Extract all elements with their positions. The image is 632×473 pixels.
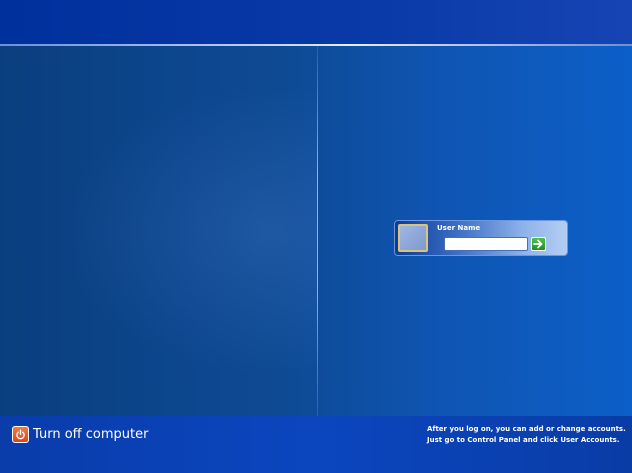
welcome-screen: User Name Turn off computer After you lo… — [0, 0, 632, 473]
turn-off-computer-button[interactable]: Turn off computer — [12, 424, 148, 444]
user-avatar[interactable] — [398, 224, 428, 252]
turn-off-label[interactable]: Turn off computer — [33, 427, 148, 442]
help-text: After you log on, you can add or change … — [427, 424, 627, 446]
arrow-right-icon — [533, 239, 543, 249]
user-account-tile[interactable]: User Name — [395, 221, 567, 255]
left-pane — [0, 46, 317, 416]
log-on-button[interactable] — [531, 237, 546, 251]
main-area: User Name — [0, 46, 632, 416]
bottom-bar: Turn off computer After you log on, you … — [0, 416, 632, 473]
right-pane: User Name — [318, 46, 632, 416]
help-text-line: Just go to Control Panel and click User … — [427, 436, 620, 444]
user-name-label: User Name — [437, 224, 481, 232]
password-input[interactable] — [444, 237, 528, 251]
top-band — [0, 0, 632, 44]
power-icon[interactable] — [12, 425, 29, 443]
help-text-line: After you log on, you can add or change … — [427, 425, 626, 433]
